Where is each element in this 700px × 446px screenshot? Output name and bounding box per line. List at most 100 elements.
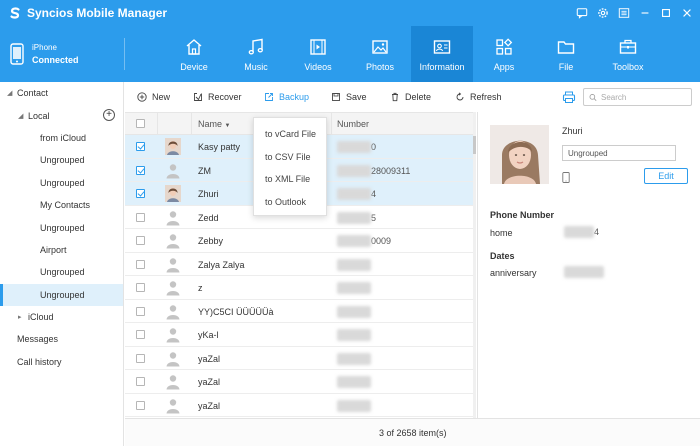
contact-name: yaZal bbox=[198, 400, 221, 411]
menu-item-csv[interactable]: to CSV File bbox=[254, 146, 326, 169]
tab-label: Apps bbox=[493, 61, 515, 72]
tab-videos[interactable]: Videos bbox=[287, 26, 349, 82]
new-button[interactable]: New bbox=[137, 82, 170, 112]
menu-item-xml[interactable]: to XML File bbox=[254, 168, 326, 191]
sidebar-item-group[interactable]: Ungrouped bbox=[0, 261, 123, 283]
delete-button[interactable]: Delete bbox=[390, 82, 431, 112]
contact-name: YY)C5CI ÜÜÜÜÜà bbox=[198, 306, 274, 317]
sidebar-item-group[interactable]: Ungrouped bbox=[0, 216, 123, 238]
minimize-icon[interactable] bbox=[637, 6, 652, 21]
column-header-name[interactable]: Name ▼ bbox=[198, 119, 230, 129]
row-checkbox[interactable] bbox=[136, 283, 145, 292]
row-checkbox[interactable] bbox=[136, 259, 145, 269]
sidebar-item-contact[interactable]: ◢ Contact bbox=[0, 82, 123, 104]
add-group-button[interactable]: + bbox=[103, 109, 115, 122]
person-icon bbox=[165, 209, 181, 226]
sidebar-item-group[interactable]: Airport bbox=[0, 239, 123, 261]
edit-button[interactable]: Edit bbox=[644, 168, 688, 184]
table-row[interactable]: yaZal bbox=[125, 347, 473, 370]
print-icon[interactable] bbox=[562, 90, 576, 104]
menu-item-outlook[interactable]: to Outlook bbox=[254, 191, 326, 214]
contact-number: 5 bbox=[337, 210, 376, 226]
trash-icon bbox=[392, 92, 398, 102]
toolbar: New Recover Backup Save Delete Refresh bbox=[125, 82, 700, 112]
sidebar-item-label: Contact bbox=[17, 88, 49, 99]
person-icon bbox=[165, 326, 181, 343]
backup-dropdown-menu: to vCard File to CSV File to XML File to… bbox=[253, 117, 327, 216]
row-checkbox[interactable] bbox=[136, 353, 145, 363]
sidebar-item-group[interactable]: My Contacts bbox=[0, 194, 123, 216]
menu-item-vcard[interactable]: to vCard File bbox=[254, 123, 326, 146]
select-all-checkbox[interactable] bbox=[136, 119, 145, 128]
sidebar-item-messages[interactable]: Messages bbox=[0, 328, 123, 350]
redacted-number bbox=[337, 211, 371, 224]
plus-circle-icon bbox=[137, 92, 147, 102]
tab-device[interactable]: Device bbox=[163, 26, 225, 82]
contact-name: Kasy patty bbox=[198, 142, 241, 152]
table-row[interactable]: yKa-l bbox=[125, 323, 473, 347]
table-row[interactable]: yaZal bbox=[125, 370, 473, 394]
sidebar-item-group-selected[interactable]: Ungrouped bbox=[0, 283, 123, 306]
apps-grid-icon bbox=[496, 37, 513, 55]
table-row[interactable]: Zalya Zalya bbox=[125, 253, 473, 276]
row-checkbox[interactable] bbox=[136, 189, 145, 198]
tab-photos[interactable]: Photos bbox=[349, 26, 411, 82]
row-checkbox[interactable] bbox=[136, 306, 145, 316]
contact-name: Zhuri bbox=[198, 189, 219, 199]
gear-icon[interactable] bbox=[595, 6, 610, 21]
syncios-logo-icon bbox=[8, 6, 22, 20]
caret-right-icon: ▸ bbox=[18, 314, 22, 322]
sidebar-item-local[interactable]: ◢ Local + bbox=[0, 104, 123, 126]
contact-number bbox=[337, 304, 371, 320]
sidebar-item-group[interactable]: Ungrouped bbox=[0, 172, 123, 194]
recover-button[interactable]: Recover bbox=[193, 82, 242, 112]
contact-number: 4 bbox=[337, 186, 376, 202]
contact-number bbox=[337, 398, 371, 414]
date-label: anniversary bbox=[490, 268, 537, 278]
tab-file[interactable]: File bbox=[535, 26, 597, 82]
refresh-button[interactable]: Refresh bbox=[455, 82, 502, 112]
tab-apps[interactable]: Apps bbox=[473, 26, 535, 82]
sidebar-item-icloud[interactable]: ▸ iCloud bbox=[0, 306, 123, 328]
tab-music[interactable]: Music bbox=[225, 26, 287, 82]
row-checkbox[interactable] bbox=[136, 212, 145, 222]
sidebar-item-call-history[interactable]: Call history bbox=[0, 351, 123, 373]
save-button[interactable]: Save bbox=[331, 82, 367, 112]
group-select[interactable]: Ungrouped bbox=[562, 145, 676, 161]
row-checkbox[interactable] bbox=[136, 400, 145, 410]
close-icon[interactable] bbox=[679, 6, 694, 21]
feedback-icon[interactable] bbox=[574, 6, 589, 21]
sidebar-item-label: Ungrouped bbox=[40, 222, 85, 233]
device-info[interactable]: iPhone Connected bbox=[0, 26, 124, 82]
sidebar-item-group[interactable]: Ungrouped bbox=[0, 149, 123, 171]
table-row[interactable]: yaZal bbox=[125, 394, 473, 417]
row-checkbox[interactable] bbox=[136, 236, 145, 245]
scrollbar-thumb[interactable] bbox=[473, 136, 476, 154]
row-checkbox[interactable] bbox=[136, 165, 145, 175]
maximize-icon[interactable] bbox=[658, 6, 673, 21]
person-icon bbox=[165, 373, 181, 390]
table-scrollbar[interactable] bbox=[473, 112, 476, 418]
menu-icon[interactable] bbox=[616, 6, 631, 21]
table-row[interactable]: Zebby 0009 bbox=[125, 229, 473, 253]
sidebar-item-label: from iCloud bbox=[40, 132, 87, 143]
row-checkbox[interactable] bbox=[136, 142, 145, 151]
row-checkbox[interactable] bbox=[136, 330, 145, 339]
search-input[interactable] bbox=[601, 92, 691, 102]
redacted-phone bbox=[564, 226, 594, 238]
delete-label: Delete bbox=[405, 92, 432, 102]
backup-button[interactable]: Backup bbox=[264, 82, 309, 112]
table-row[interactable]: YY)C5CI ÜÜÜÜÜà bbox=[125, 300, 473, 323]
music-note-icon bbox=[248, 38, 263, 54]
device-status: Connected bbox=[32, 55, 79, 65]
table-row[interactable]: z bbox=[125, 276, 473, 300]
sidebar-item-label: Ungrouped bbox=[40, 267, 85, 278]
tab-toolbox[interactable]: Toolbox bbox=[597, 26, 659, 82]
sidebar-item-group[interactable]: from iCloud bbox=[0, 127, 123, 149]
column-header-number[interactable]: Number bbox=[337, 119, 369, 129]
item-count: 3 of 2658 item(s) bbox=[379, 427, 447, 438]
tab-information[interactable]: Information bbox=[411, 26, 473, 82]
folder-icon bbox=[557, 40, 575, 54]
phone-value: 4 bbox=[564, 226, 599, 238]
row-checkbox[interactable] bbox=[136, 377, 145, 386]
